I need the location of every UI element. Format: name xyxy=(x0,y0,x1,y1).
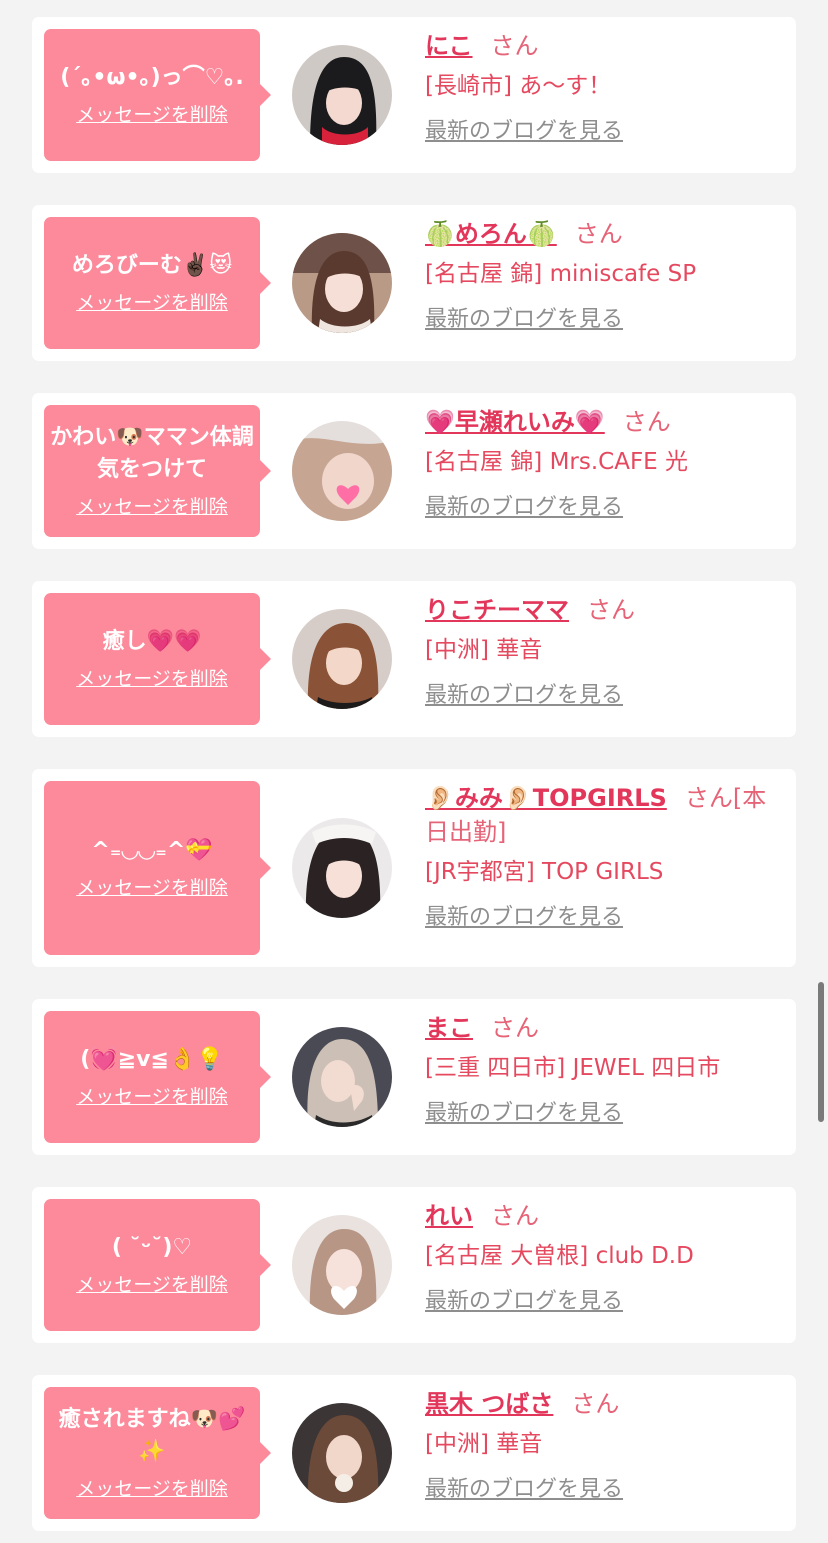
avatar[interactable] xyxy=(292,818,392,918)
cast-name-link[interactable]: 黒木 つばさ xyxy=(425,1390,553,1418)
message-bubble: 癒されますね🐶💕✨ メッセージを削除 xyxy=(44,1387,271,1519)
avatar-photo-icon xyxy=(292,233,392,333)
cast-name-link[interactable]: にこ xyxy=(425,32,473,60)
message-bubble: ( ˘ᵕ˘)♡ メッセージを削除 xyxy=(44,1199,271,1331)
cast-info: 💗早瀬れいみ💗 さん [名古屋 錦] Mrs.CAFE 光 最新のブログを見る xyxy=(425,405,784,523)
cast-info: りこチーママ さん [中洲] 華音 最新のブログを見る xyxy=(425,593,784,711)
message-bubble: (´｡•ω•｡)っ⌒♡｡. メッセージを削除 xyxy=(44,29,271,161)
message-text: かわい🐶ママン体調気をつけて xyxy=(50,425,254,482)
cast-name-link[interactable]: 👂🏻みみ👂🏻TOPGIRLS xyxy=(425,784,667,812)
latest-blog-link[interactable]: 最新のブログを見る xyxy=(425,1287,623,1317)
favorite-card: ( ˘ᵕ˘)♡ メッセージを削除 れい さん [名古屋 大曽根] club D.D… xyxy=(32,1187,796,1343)
shop-label: [中洲] 華音 xyxy=(425,637,543,663)
latest-blog-link[interactable]: 最新のブログを見る xyxy=(425,681,623,711)
message-text: ( ˘ᵕ˘)♡ xyxy=(111,1235,193,1260)
favorite-card: (´｡•ω•｡)っ⌒♡｡. メッセージを削除 にこ さん [長崎市] あ～す！ 最… xyxy=(32,17,796,173)
shop-label: [名古屋 大曽根] club D.D xyxy=(425,1243,694,1269)
latest-blog-link[interactable]: 最新のブログを見る xyxy=(425,305,623,335)
shop-label: [名古屋 錦] Mrs.CAFE 光 xyxy=(425,449,689,475)
favorite-card: ^₌◡◡₌^💝 メッセージを削除 👂🏻みみ👂🏻TOPGIRLS さん[本日出勤] … xyxy=(32,769,796,967)
honorific: さん xyxy=(622,408,671,436)
avatar-photo-icon xyxy=(292,1027,392,1127)
delete-message-link[interactable]: メッセージを削除 xyxy=(76,875,228,901)
avatar-photo-icon xyxy=(292,609,392,709)
message-text: ^₌◡◡₌^💝 xyxy=(91,838,213,863)
message-bubble: めろびーむ✌🏿😻 メッセージを削除 xyxy=(44,217,271,349)
delete-message-link[interactable]: メッセージを削除 xyxy=(76,290,228,316)
delete-message-link[interactable]: メッセージを削除 xyxy=(76,1084,228,1110)
latest-blog-link[interactable]: 最新のブログを見る xyxy=(425,1475,623,1505)
message-bubble: (💓≧v≦👌💡 メッセージを削除 xyxy=(44,1011,271,1143)
favorites-list: (´｡•ω•｡)っ⌒♡｡. メッセージを削除 にこ さん [長崎市] あ～す！ 最… xyxy=(0,0,828,1543)
message-text: 癒し💗💗 xyxy=(102,629,202,654)
delete-message-link[interactable]: メッセージを削除 xyxy=(76,1476,228,1502)
message-text: (´｡•ω•｡)っ⌒♡｡. xyxy=(60,65,244,90)
avatar-photo-icon xyxy=(292,1215,392,1315)
avatar[interactable] xyxy=(292,45,392,145)
cast-info: 🍈めろん🍈 さん [名古屋 錦] miniscafe SP 最新のブログを見る xyxy=(425,217,784,335)
favorite-card: めろびーむ✌🏿😻 メッセージを削除 🍈めろん🍈 さん [名古屋 錦] minisc… xyxy=(32,205,796,361)
avatar-photo-icon xyxy=(292,45,392,145)
cast-name-link[interactable]: まこ xyxy=(425,1014,473,1042)
avatar-photo-icon xyxy=(292,421,392,521)
cast-info: 👂🏻みみ👂🏻TOPGIRLS さん[本日出勤] [JR宇都宮] TOP GIRLS… xyxy=(425,781,784,933)
shop-label: [三重 四日市] JEWEL 四日市 xyxy=(425,1055,721,1081)
avatar[interactable] xyxy=(292,609,392,709)
cast-name-link[interactable]: れい xyxy=(425,1202,473,1230)
honorific: さん xyxy=(587,596,635,624)
honorific: さん xyxy=(491,1014,539,1042)
cast-name-link[interactable]: 🍈めろん🍈 xyxy=(425,220,557,248)
favorite-card: 癒し💗💗 メッセージを削除 りこチーママ さん [中洲] 華音 最新のブログを見る xyxy=(32,581,796,737)
message-text: めろびーむ✌🏿😻 xyxy=(71,253,233,278)
delete-message-link[interactable]: メッセージを削除 xyxy=(76,102,228,128)
message-bubble: ^₌◡◡₌^💝 メッセージを削除 xyxy=(44,781,271,955)
cast-info: 黒木 つばさ さん [中洲] 華音 最新のブログを見る xyxy=(425,1387,784,1505)
avatar[interactable] xyxy=(292,1215,392,1315)
latest-blog-link[interactable]: 最新のブログを見る xyxy=(425,117,623,147)
favorite-card: かわい🐶ママン体調気をつけて メッセージを削除 💗早瀬れいみ💗 さん [名古屋 錦… xyxy=(32,393,796,549)
message-text: 癒されますね🐶💕✨ xyxy=(58,1407,246,1464)
cast-name-link[interactable]: 💗早瀬れいみ💗 xyxy=(425,408,605,436)
honorific: さん xyxy=(574,220,623,248)
avatar-photo-icon xyxy=(292,1403,392,1503)
honorific: さん xyxy=(490,32,539,60)
message-bubble: かわい🐶ママン体調気をつけて メッセージを削除 xyxy=(44,405,271,537)
cast-info: まこ さん [三重 四日市] JEWEL 四日市 最新のブログを見る xyxy=(425,1011,784,1129)
latest-blog-link[interactable]: 最新のブログを見る xyxy=(425,1099,623,1129)
shop-label: [JR宇都宮] TOP GIRLS xyxy=(425,859,664,885)
favorite-card: (💓≧v≦👌💡 メッセージを削除 まこ さん [三重 四日市] JEWEL 四日市… xyxy=(32,999,796,1155)
avatar-photo-icon xyxy=(292,818,392,918)
delete-message-link[interactable]: メッセージを削除 xyxy=(76,1272,228,1298)
honorific: さん xyxy=(571,1390,620,1418)
shop-label: [中洲] 華音 xyxy=(425,1431,543,1457)
honorific: さん xyxy=(491,1202,539,1230)
scrollbar[interactable] xyxy=(818,982,824,1122)
avatar[interactable] xyxy=(292,1403,392,1503)
message-text: (💓≧v≦👌💡 xyxy=(80,1047,224,1072)
avatar[interactable] xyxy=(292,233,392,333)
cast-info: にこ さん [長崎市] あ～す！ 最新のブログを見る xyxy=(425,29,784,147)
cast-name-link[interactable]: りこチーママ xyxy=(425,596,569,624)
favorite-card: 癒されますね🐶💕✨ メッセージを削除 黒木 つばさ さん [中洲] 華音 最新のブ… xyxy=(32,1375,796,1531)
latest-blog-link[interactable]: 最新のブログを見る xyxy=(425,903,623,933)
delete-message-link[interactable]: メッセージを削除 xyxy=(76,666,228,692)
avatar[interactable] xyxy=(292,1027,392,1127)
shop-label: [名古屋 錦] miniscafe SP xyxy=(425,261,697,287)
delete-message-link[interactable]: メッセージを削除 xyxy=(76,494,228,520)
cast-info: れい さん [名古屋 大曽根] club D.D 最新のブログを見る xyxy=(425,1199,784,1317)
message-bubble: 癒し💗💗 メッセージを削除 xyxy=(44,593,271,725)
avatar[interactable] xyxy=(292,421,392,521)
shop-label: [長崎市] あ～す！ xyxy=(425,73,612,99)
latest-blog-link[interactable]: 最新のブログを見る xyxy=(425,493,623,523)
